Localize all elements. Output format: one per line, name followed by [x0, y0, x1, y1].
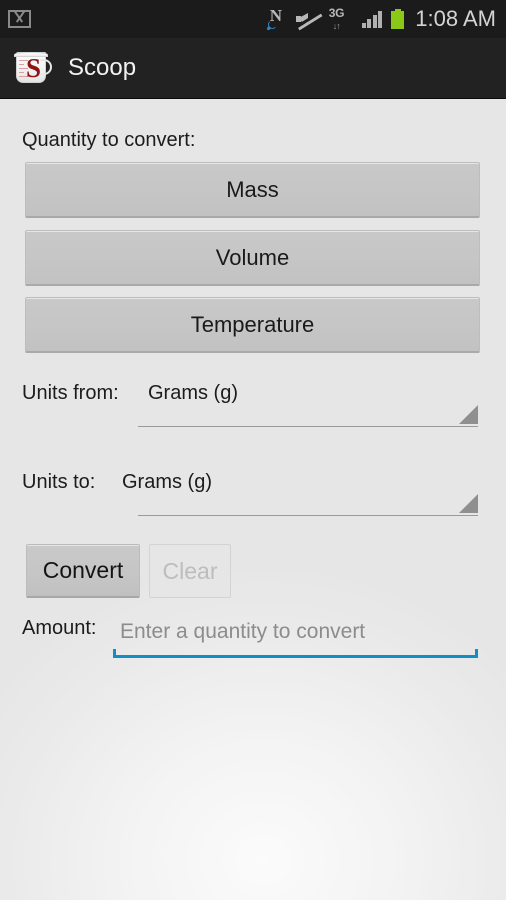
dropdown-caret-icon[interactable]	[459, 494, 478, 513]
units-from-underline	[138, 426, 478, 427]
nfc-icon: N	[267, 6, 287, 30]
status-bar-clock: 1:08 AM	[415, 6, 496, 31]
main-content: Quantity to convert: Mass Volume Tempera…	[0, 100, 506, 900]
clear-button: Clear	[149, 544, 231, 598]
convert-button[interactable]: Convert	[26, 544, 140, 598]
gmail-icon	[8, 10, 31, 28]
units-from-label: Units from:	[22, 382, 119, 404]
measuring-cup-icon: S	[14, 48, 56, 88]
units-to-value[interactable]: Grams (g)	[122, 471, 212, 494]
units-to-label: Units to:	[22, 471, 96, 493]
data-type-label: 3G	[328, 6, 345, 20]
signal-bars-icon	[361, 10, 383, 28]
data-transfer-arrows: ↓↑	[332, 21, 341, 31]
units-from-value[interactable]: Grams (g)	[148, 382, 238, 405]
logo-letter: S	[26, 53, 42, 83]
amount-label: Amount:	[22, 617, 97, 639]
battery-icon	[391, 9, 405, 29]
status-bar-notifications	[8, 10, 31, 28]
nfc-waves	[267, 20, 278, 30]
quantity-button-volume[interactable]: Volume	[25, 230, 480, 286]
phone-screen: N 3G ↓↑ 1:08 AM S Scoop Quantity to conv…	[0, 0, 506, 900]
dropdown-caret-icon[interactable]	[459, 405, 478, 424]
quantity-label: Quantity to convert:	[22, 129, 196, 151]
status-bar: N 3G ↓↑ 1:08 AM	[0, 0, 506, 38]
amount-input-underline	[113, 649, 478, 658]
app-action-bar: S Scoop	[0, 38, 506, 99]
app-title: Scoop	[68, 54, 137, 81]
amount-input[interactable]	[116, 613, 477, 651]
volume-muted-icon	[295, 9, 321, 29]
quantity-button-temperature[interactable]: Temperature	[25, 297, 480, 353]
3g-data-icon: 3G ↓↑	[328, 6, 353, 31]
quantity-button-mass[interactable]: Mass	[25, 162, 480, 218]
status-bar-system-icons: N 3G ↓↑ 1:08 AM	[267, 6, 496, 32]
units-to-underline	[138, 515, 478, 516]
